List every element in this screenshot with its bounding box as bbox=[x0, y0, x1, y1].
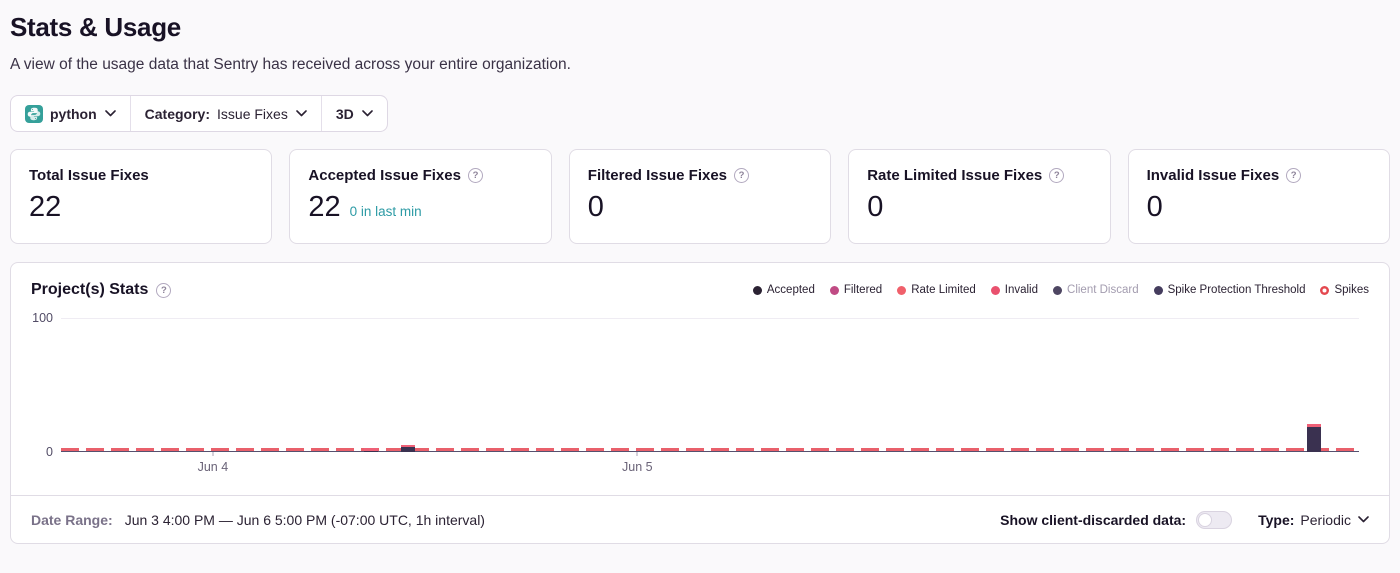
stat-card-title: Accepted Issue Fixes bbox=[308, 167, 461, 184]
chart-bar-rate-limited bbox=[364, 448, 378, 451]
type-select[interactable]: Type: Periodic bbox=[1258, 512, 1369, 528]
legend-label: Accepted bbox=[767, 284, 815, 296]
category-filter-button[interactable]: Category: Issue Fixes bbox=[131, 96, 322, 131]
chart-footer: Date Range: Jun 3 4:00 PM — Jun 6 5:00 P… bbox=[11, 495, 1389, 543]
type-select-label: Type: bbox=[1258, 512, 1294, 528]
y-axis-tick-label: 100 bbox=[11, 311, 53, 325]
stat-card-value: 22 bbox=[308, 191, 340, 224]
client-discard-toggle-label: Show client-discarded data: bbox=[1000, 512, 1186, 528]
x-axis-tick bbox=[212, 452, 213, 456]
chart-bar-accepted bbox=[364, 451, 378, 452]
stat-card-accepted: Accepted Issue Fixes ? 22 0 in last min bbox=[289, 149, 551, 244]
legend-item-filtered[interactable]: Filtered bbox=[830, 284, 882, 296]
interval-filter-button[interactable]: 3D bbox=[322, 96, 387, 131]
project-filter-label: python bbox=[50, 106, 97, 122]
help-icon[interactable]: ? bbox=[1049, 168, 1064, 183]
legend-dot bbox=[1320, 286, 1329, 295]
help-icon[interactable]: ? bbox=[734, 168, 749, 183]
x-axis-tick bbox=[637, 452, 638, 456]
gridline bbox=[61, 318, 1359, 319]
chart-bar-rate-limited bbox=[1307, 424, 1321, 427]
chart-plot[interactable]: Jun 4Jun 5 bbox=[61, 318, 1359, 452]
chart-bar-rate-limited bbox=[401, 445, 415, 446]
client-discard-toggle[interactable] bbox=[1196, 511, 1232, 529]
x-axis-tick-label: Jun 4 bbox=[198, 460, 229, 474]
stat-card-value: 0 bbox=[588, 191, 604, 224]
legend-label: Rate Limited bbox=[911, 284, 976, 296]
chevron-down-icon bbox=[362, 110, 373, 117]
chart-title: Project(s) Stats bbox=[31, 281, 148, 299]
legend-dot bbox=[991, 286, 1000, 295]
category-filter-value: Issue Fixes bbox=[217, 106, 288, 122]
chevron-down-icon bbox=[105, 110, 116, 117]
date-range-label: Date Range: bbox=[31, 512, 113, 528]
project-stats-panel: Project(s) Stats ? Accepted Filtered Rate … bbox=[10, 262, 1390, 544]
stat-card-title: Total Issue Fixes bbox=[29, 167, 149, 184]
legend-item-client-discard[interactable]: Client Discard bbox=[1053, 284, 1139, 296]
python-platform-icon bbox=[25, 105, 43, 123]
toggle-knob bbox=[1198, 513, 1212, 527]
date-range-value: Jun 3 4:00 PM — Jun 6 5:00 PM (-07:00 UT… bbox=[125, 512, 485, 528]
chart-bar-accepted bbox=[401, 447, 415, 452]
legend-label: Filtered bbox=[844, 284, 882, 296]
help-icon[interactable]: ? bbox=[156, 283, 171, 298]
legend-dot bbox=[753, 286, 762, 295]
legend-item-invalid[interactable]: Invalid bbox=[991, 284, 1038, 296]
category-filter-label: Category: bbox=[145, 106, 210, 122]
stat-card-total: Total Issue Fixes 22 bbox=[10, 149, 272, 244]
chart-area: 100 0 Jun 4Jun 5 bbox=[11, 301, 1389, 495]
stats-usage-page: Stats & Usage A view of the usage data t… bbox=[0, 12, 1400, 544]
interval-filter-label: 3D bbox=[336, 106, 354, 122]
page-title: Stats & Usage bbox=[10, 12, 1390, 43]
project-filter-button[interactable]: python bbox=[11, 96, 131, 131]
legend-dot bbox=[1154, 286, 1163, 295]
legend-item-rate-limited[interactable]: Rate Limited bbox=[897, 284, 976, 296]
stat-card-live-rate: 0 in last min bbox=[350, 204, 422, 219]
legend-label: Spike Protection Threshold bbox=[1168, 284, 1306, 296]
chevron-down-icon bbox=[296, 110, 307, 117]
x-axis-tick-label: Jun 5 bbox=[622, 460, 653, 474]
help-icon[interactable]: ? bbox=[1286, 168, 1301, 183]
legend-label: Client Discard bbox=[1067, 284, 1139, 296]
legend-label: Invalid bbox=[1005, 284, 1038, 296]
legend-dot bbox=[1053, 286, 1062, 295]
stat-card-value: 22 bbox=[29, 191, 61, 224]
legend-item-spike-protection-threshold[interactable]: Spike Protection Threshold bbox=[1154, 284, 1306, 296]
legend-dot bbox=[830, 286, 839, 295]
legend-dot bbox=[897, 286, 906, 295]
chart-legend: Accepted Filtered Rate Limited Invalid Clien… bbox=[753, 284, 1369, 296]
stat-card-title: Invalid Issue Fixes bbox=[1147, 167, 1280, 184]
legend-item-accepted[interactable]: Accepted bbox=[753, 284, 815, 296]
type-select-value: Periodic bbox=[1300, 512, 1351, 528]
stat-card-value: 0 bbox=[1147, 191, 1163, 224]
stat-card-rate-limited: Rate Limited Issue Fixes ? 0 bbox=[848, 149, 1110, 244]
stat-card-value: 0 bbox=[867, 191, 883, 224]
stat-card-invalid: Invalid Issue Fixes ? 0 bbox=[1128, 149, 1390, 244]
page-subtitle: A view of the usage data that Sentry has… bbox=[10, 56, 1390, 74]
y-axis-tick-label: 0 bbox=[11, 445, 53, 459]
spike-protection-threshold-line bbox=[61, 448, 1359, 451]
stat-cards-row: Total Issue Fixes 22 Accepted Issue Fixe… bbox=[10, 149, 1390, 244]
stat-card-title: Filtered Issue Fixes bbox=[588, 167, 727, 184]
legend-label: Spikes bbox=[1334, 284, 1369, 296]
help-icon[interactable]: ? bbox=[468, 168, 483, 183]
chart-bar-accepted bbox=[1307, 427, 1321, 452]
chevron-down-icon bbox=[1358, 516, 1369, 523]
legend-item-spikes[interactable]: Spikes bbox=[1320, 284, 1369, 296]
stat-card-filtered: Filtered Issue Fixes ? 0 bbox=[569, 149, 831, 244]
stat-card-title: Rate Limited Issue Fixes bbox=[867, 167, 1042, 184]
filter-bar: python Category: Issue Fixes 3D bbox=[10, 95, 388, 132]
